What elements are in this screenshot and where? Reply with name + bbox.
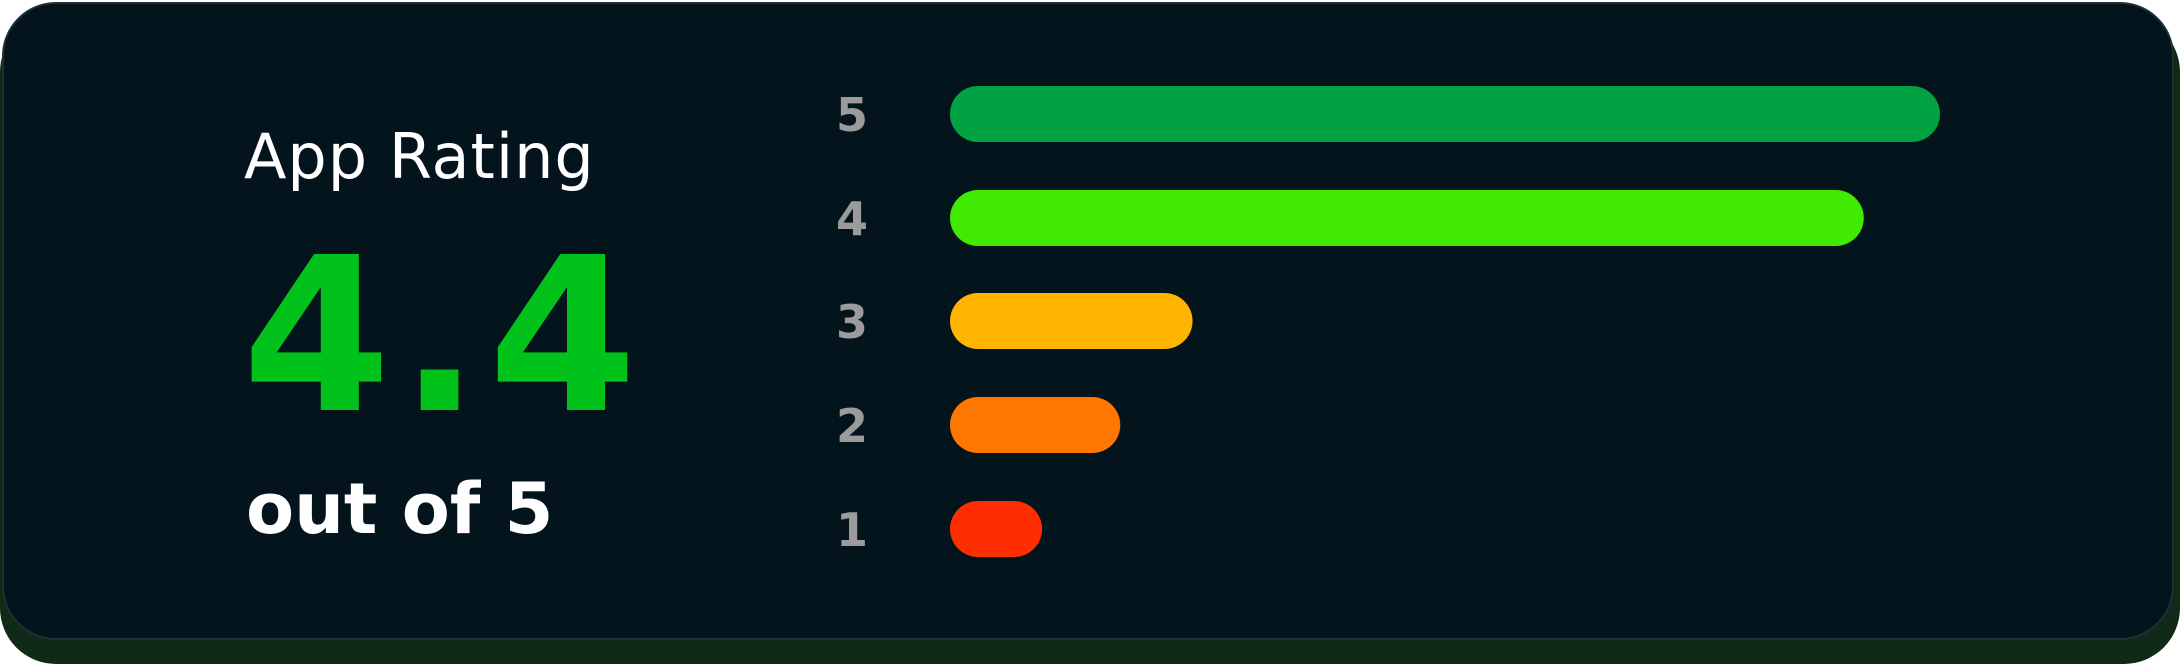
bar-2-star bbox=[950, 397, 1121, 453]
rating-distribution-chart: 5 4 3 2 1 bbox=[836, 86, 1940, 557]
bar-3-star bbox=[950, 293, 1193, 349]
tick-label-4: 4 bbox=[836, 192, 868, 246]
bar-4-star bbox=[950, 190, 1864, 246]
bar-5-star bbox=[950, 86, 1940, 142]
rating-card: App Rating 4.4 out of 5 54321 bbox=[0, 0, 2180, 664]
tick-label-5: 5 bbox=[836, 88, 868, 142]
bar-1-star bbox=[950, 501, 1043, 557]
tick-label-3: 3 bbox=[836, 295, 868, 349]
tick-label-2: 2 bbox=[836, 399, 868, 453]
tick-label-1: 1 bbox=[836, 503, 868, 557]
